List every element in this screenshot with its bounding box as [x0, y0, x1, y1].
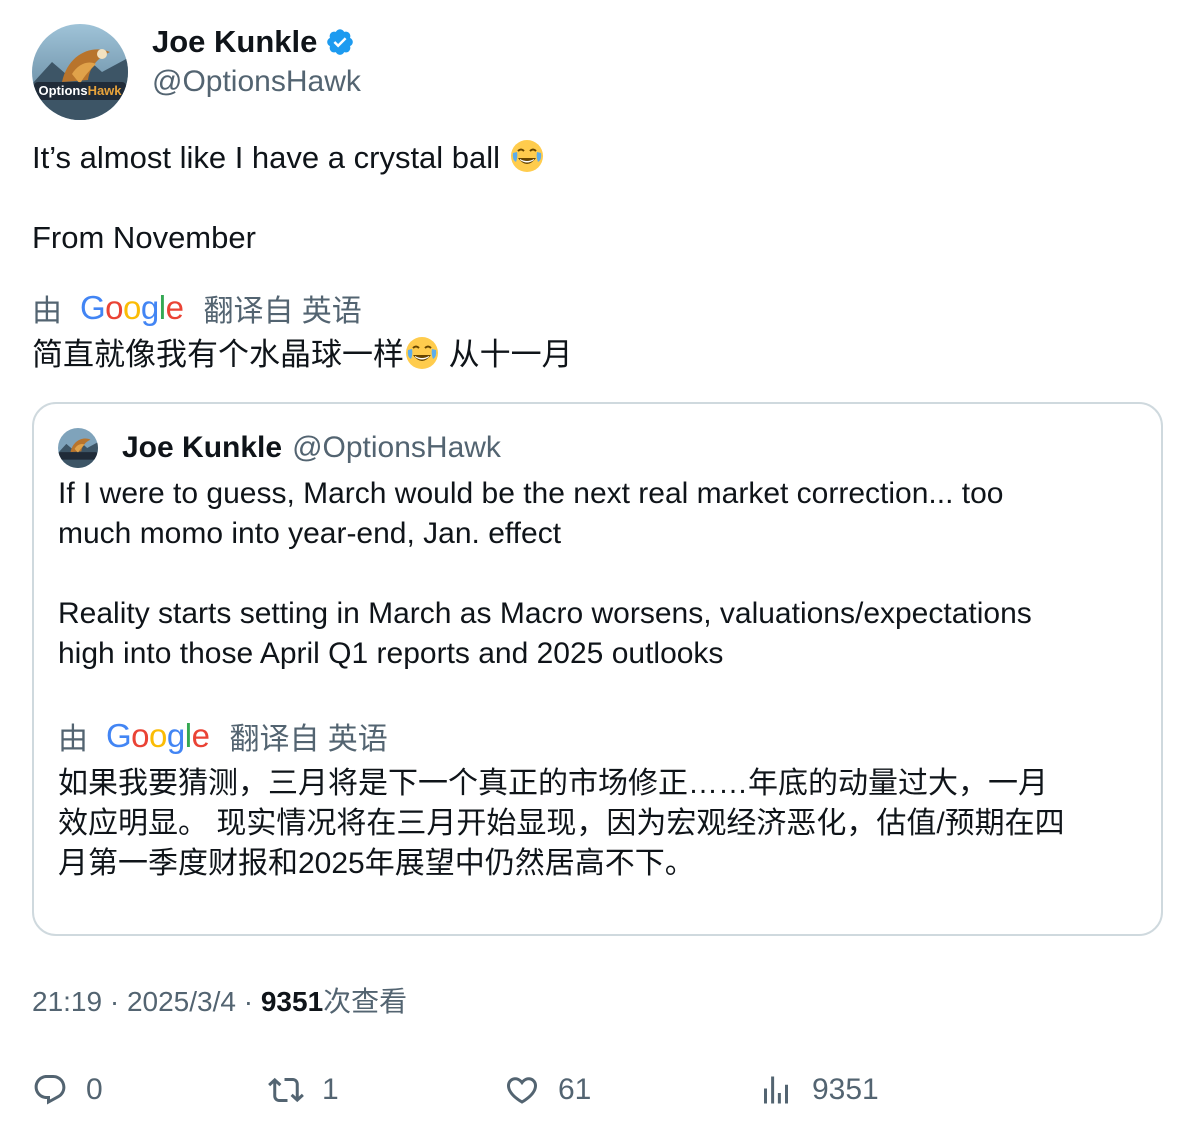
tweet-text-line-2: From November [32, 220, 256, 255]
views-label: 次查看 [323, 986, 408, 1017]
quoted-translation-line: 效应明显。 现实情况将在三月开始显现，因为宏观经济恶化，估值/预期在四 [58, 807, 1065, 840]
quoted-tweet-text: If I were to guess, March would be the n… [58, 474, 1138, 674]
quoted-author-handle: @OptionsHawk [292, 431, 501, 464]
retweet-button[interactable]: 1 [268, 1066, 339, 1114]
views-count: 9351 [260, 986, 324, 1017]
quoted-tweet-translation: 如果我要猜测，三月将是下一个真正的市场修正……年底的动量过大，一月 效应明显。 … [58, 764, 1148, 884]
translated-from-language: 翻译自 英语 [203, 295, 362, 328]
tweet-text: It’s almost like I have a crystal ball F… [32, 138, 1162, 258]
heart-icon [506, 1077, 538, 1104]
laughing-tears-emoji-icon [404, 335, 440, 371]
views-count-action: 9351 [812, 1073, 879, 1106]
retweet-icon [268, 1077, 304, 1103]
author-display-name[interactable]: Joe Kunkle [152, 24, 317, 60]
tweet-header: OptionsHawk Joe Kunkle @OptionsHawk [32, 24, 361, 120]
verified-badge-icon[interactable] [325, 27, 355, 57]
quoted-translated-by-label: 由 [58, 723, 88, 756]
quoted-text-line: If I were to guess, March would be the n… [58, 477, 1004, 510]
laughing-tears-emoji-icon [509, 138, 545, 174]
tweet-translation: 简直就像我有个水晶球一样 从十一月 [32, 334, 573, 376]
tweet-meta: 21:19 · 2025/3/4 · 9351次查看 [32, 986, 408, 1017]
quoted-author-display-name: Joe Kunkle [122, 431, 283, 464]
retweet-count: 1 [322, 1073, 339, 1106]
author-handle[interactable]: @OptionsHawk [152, 62, 361, 102]
quoted-text-line: Reality starts setting in March as Macro… [58, 597, 1032, 630]
translation-text-part-1: 简直就像我有个水晶球一样 [32, 337, 404, 372]
translated-by-label: 由 [32, 295, 62, 328]
tweet-date[interactable]: 2025/3/4 [127, 986, 236, 1017]
analytics-icon [764, 1076, 788, 1104]
like-count: 61 [558, 1073, 592, 1106]
google-logo[interactable]: Google [80, 289, 184, 327]
author-avatar[interactable]: OptionsHawk [32, 24, 128, 120]
action-bar: 0 1 61 9351 [32, 1066, 1162, 1114]
quoted-tweet-card[interactable]: Joe Kunkle @OptionsHawk If I were to gue… [32, 402, 1163, 936]
quoted-translation-line: 如果我要猜测，三月将是下一个真正的市场修正……年底的动量过大，一月 [58, 767, 1048, 800]
like-button[interactable]: 61 [504, 1066, 591, 1114]
quoted-translation-banner: 由 Google 翻译自 英语 [58, 714, 388, 758]
tweet-text-line-1: It’s almost like I have a crystal ball [32, 140, 501, 175]
reply-button[interactable]: 0 [32, 1066, 103, 1114]
translation-text-part-2: 从十一月 [440, 337, 573, 372]
quoted-translation-line: 月第一季度财报和2025年展望中仍然居高不下。 [58, 847, 695, 880]
tweet-time[interactable]: 21:19 [32, 986, 102, 1017]
svg-text:OptionsHawk: OptionsHawk [38, 83, 122, 98]
quoted-text-line: much momo into year-end, Jan. effect [58, 517, 562, 550]
views-button[interactable]: 9351 [758, 1066, 879, 1114]
author-names: Joe Kunkle @OptionsHawk [152, 24, 361, 102]
quoted-tweet-header: Joe Kunkle @OptionsHawk [58, 428, 501, 468]
google-logo[interactable]: Google [106, 717, 210, 755]
reply-icon [34, 1075, 66, 1105]
quoted-author-avatar [58, 428, 98, 468]
quoted-text-line: high into those April Q1 reports and 202… [58, 637, 724, 670]
translation-banner: 由 Google 翻译自 英语 [32, 286, 362, 330]
quoted-translated-from-language: 翻译自 英语 [229, 723, 388, 756]
reply-count: 0 [86, 1073, 103, 1106]
